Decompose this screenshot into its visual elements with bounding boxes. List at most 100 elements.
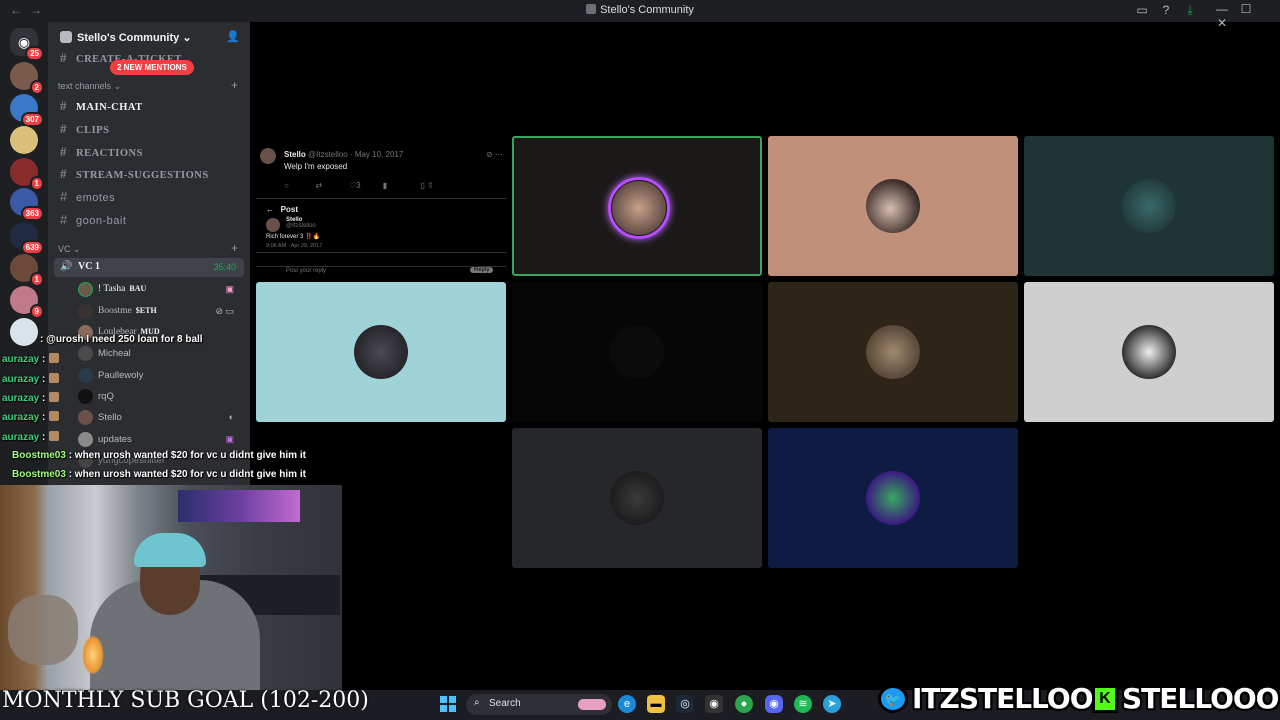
avatar [866, 179, 920, 233]
avatar [266, 218, 280, 232]
minimize-button[interactable]: — [1210, 2, 1234, 16]
add-user-icon[interactable]: 👤 [226, 30, 240, 43]
hash-icon: # [60, 121, 67, 136]
tweet-actions: ○ ⇄ ♡3 ▮ ▯ ⇪ [284, 181, 434, 190]
avatar [1122, 179, 1176, 233]
home-button[interactable]: ◉ 25 [10, 28, 44, 61]
voice-channel-vc1[interactable]: 🔊 VC 1 35:40 [54, 258, 244, 277]
reply-input[interactable]: Post your reply [286, 268, 326, 274]
server-icon[interactable]: 9 [10, 286, 44, 319]
avatar [78, 368, 93, 383]
maximize-button[interactable]: ☐ [1234, 2, 1258, 16]
divider [256, 198, 506, 199]
voice-member[interactable]: Boostme $ETH ⊘ ▭ [76, 302, 242, 322]
obs-icon[interactable]: ◉ [705, 695, 723, 713]
participant-tile[interactable] [768, 428, 1018, 568]
channel-stream-suggestions[interactable]: # STREAM-SUGGESTIONS [60, 166, 209, 186]
voice-member[interactable]: Paullewoly [76, 366, 242, 386]
channel-goon-bait[interactable]: # goon-bait [60, 212, 126, 232]
server-badge: 2 [29, 80, 44, 95]
server-icon[interactable]: 1 [10, 254, 44, 287]
voice-member[interactable]: updates ▣ [76, 430, 242, 450]
participant-tile[interactable] [512, 428, 762, 568]
voice-member[interactable]: ! Tasha BAU ▣ [76, 280, 242, 300]
badge-icon [49, 373, 60, 383]
server-icon[interactable]: 1 [10, 158, 44, 191]
server-icon[interactable]: 639 [10, 222, 44, 255]
reply-icon[interactable]: ○ [284, 181, 289, 190]
new-mentions-pill[interactable]: 2 NEW MENTIONS [110, 60, 194, 75]
participant-tile[interactable] [1024, 136, 1274, 276]
avatar [78, 346, 93, 361]
voice-member[interactable]: Stello ◐ [76, 408, 242, 428]
channel-label: REACTIONS [76, 148, 143, 159]
taskbar-search[interactable]: ⌕ Search [466, 694, 612, 715]
help-icon[interactable]: ? [1154, 3, 1178, 17]
bookmark-icon[interactable]: ▯ [421, 181, 425, 190]
channel-reactions[interactable]: # REACTIONS [60, 144, 143, 164]
member-name: updates [98, 434, 132, 445]
avatar [1122, 325, 1176, 379]
hash-icon: # [60, 144, 67, 159]
hash-icon: # [60, 98, 67, 113]
participant-tile-speaking[interactable] [512, 136, 762, 276]
grok-icon[interactable]: ⊘ ⋯ [486, 150, 503, 159]
chrome-icon[interactable]: ● [735, 695, 753, 713]
member-name: rqQ [98, 391, 114, 402]
inbox-icon[interactable]: ▭ [1130, 3, 1154, 17]
share-icon[interactable]: ⇪ [427, 181, 434, 190]
spotify-icon[interactable]: ≋ [794, 695, 812, 713]
divider [256, 252, 506, 253]
chat-message: : @urosh I need 250 loan for 8 ball [40, 334, 203, 345]
category-vc[interactable]: VC ⌄ [58, 244, 81, 255]
screen-share-tile[interactable]: Stello @Itzstelloo · May 10, 2017 Welp I… [256, 140, 506, 278]
chat-message: aurazay : [2, 411, 63, 423]
kick-icon: K [1092, 685, 1118, 713]
server-icon[interactable] [10, 318, 38, 346]
voice-member[interactable]: Micheal [76, 344, 242, 364]
retweet-icon[interactable]: ⇄ [316, 181, 323, 190]
participant-tile[interactable] [1024, 282, 1274, 422]
member-name: ! Tasha BAU [98, 284, 147, 294]
chat-message: aurazay : [2, 373, 63, 385]
participant-tile[interactable] [512, 282, 762, 422]
inner-tweet-text: Rich forever 3 ‼️🔥 [266, 234, 320, 240]
server-icon[interactable]: 363 [10, 188, 44, 221]
channel-clips[interactable]: # CLIPS [60, 121, 109, 141]
download-icon[interactable]: ⤓ [1178, 3, 1202, 18]
discord-taskbar-icon[interactable]: ◉ [765, 695, 783, 713]
participant-tile[interactable] [256, 282, 506, 422]
category-text-channels[interactable]: text channels ⌄ [58, 81, 121, 92]
back-arrow-icon[interactable]: ← [266, 205, 274, 214]
file-explorer-icon[interactable]: ▬ [647, 695, 665, 713]
like-icon[interactable]: ♡ [349, 181, 356, 190]
edge-icon[interactable]: e [618, 695, 636, 713]
add-channel-icon[interactable]: + [231, 78, 238, 92]
reply-button[interactable]: Reply [470, 267, 494, 273]
inner-author: Stello @Itzstelloo [286, 217, 316, 229]
hash-icon: # [60, 189, 68, 204]
channel-label: emotes [76, 192, 116, 204]
deafened-icon: ◐ [228, 412, 234, 422]
server-icon[interactable]: 2 [10, 62, 44, 95]
avatar [78, 304, 93, 319]
steam-icon[interactable]: ◎ [676, 695, 694, 713]
server-icon [586, 4, 597, 14]
voice-member[interactable]: rqQ [76, 387, 242, 407]
server-icon[interactable]: 307 [10, 94, 44, 127]
channel-emotes[interactable]: # emotes [60, 189, 115, 209]
server-icon[interactable] [10, 126, 38, 154]
search-icon: ⌕ [474, 697, 480, 708]
voice-channel-label: VC 1 [78, 261, 100, 272]
participant-tile[interactable] [768, 136, 1018, 276]
windows-start-icon[interactable] [440, 696, 456, 712]
chevron-down-icon: ⌄ [182, 32, 192, 44]
add-voice-channel-icon[interactable]: + [231, 241, 238, 255]
views-icon[interactable]: ▮ [383, 181, 387, 190]
window-title-wrap: Stello's Community [0, 4, 1280, 16]
inner-tweet-date: 9:06 AM · Apr 29, 2017 [266, 243, 323, 249]
participant-tile[interactable] [768, 282, 1018, 422]
telegram-icon[interactable]: ➤ [823, 695, 841, 713]
close-button[interactable]: ✕ [1210, 16, 1234, 30]
channel-main-chat[interactable]: # MAIN-CHAT [60, 98, 143, 118]
